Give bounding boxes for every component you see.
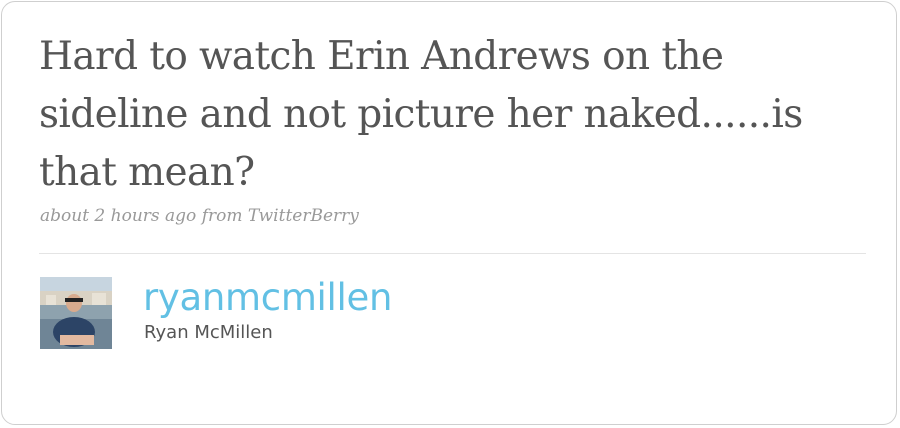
user-avatar-photo (40, 277, 112, 349)
user-screen-name-link[interactable]: ryanmcmillen (143, 276, 392, 320)
tweet-meta: about 2 hours ago from TwitterBerry (40, 206, 359, 226)
tweet-text: Hard to watch Erin Andrews on the sideli… (39, 34, 803, 195)
from-label: from (201, 206, 243, 226)
tweet-source-link[interactable]: TwitterBerry (248, 206, 359, 226)
user-avatar[interactable] (40, 277, 112, 349)
user-full-name: Ryan McMillen (144, 322, 273, 343)
tweet-card: Hard to watch Erin Andrews on the sideli… (1, 1, 897, 425)
tweet-timestamp-link[interactable]: about 2 hours ago (40, 206, 196, 226)
divider (39, 253, 866, 254)
